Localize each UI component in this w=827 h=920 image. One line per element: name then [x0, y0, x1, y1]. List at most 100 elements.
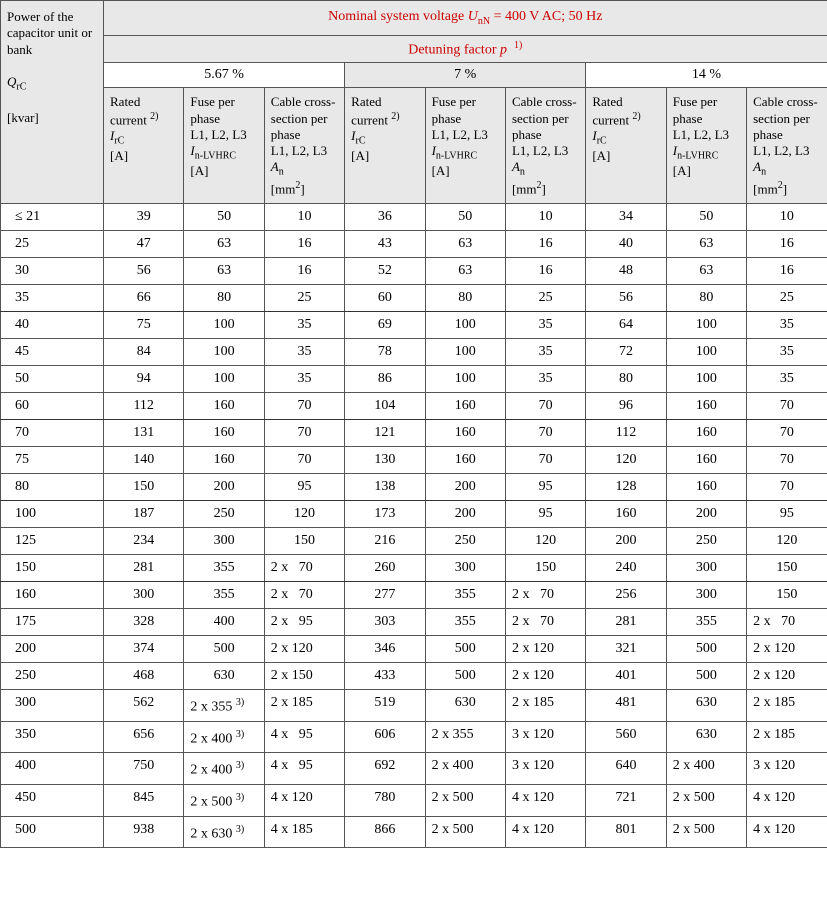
table-cell: 72: [586, 339, 666, 366]
table-cell: 200: [184, 474, 264, 501]
table-cell: 4 x 120: [747, 785, 827, 817]
table-cell: 150: [104, 474, 184, 501]
table-cell: 2 x 120: [505, 636, 585, 663]
table-cell: 86: [345, 366, 425, 393]
table-row: 4007502 x 400 3)4 x 956922 x 4003 x 1206…: [1, 753, 827, 785]
table-row: 40751003569100356410035: [1, 312, 827, 339]
table-cell: 187: [104, 501, 184, 528]
table-cell: 80: [1, 474, 104, 501]
table-cell: 100: [184, 366, 264, 393]
table-cell: ≤ 21: [1, 204, 104, 231]
table-cell: 4 x 95: [264, 721, 344, 753]
table-cell: 500: [184, 636, 264, 663]
table-cell: 50: [666, 204, 746, 231]
table-cell: 47: [104, 231, 184, 258]
table-cell: 120: [747, 528, 827, 555]
table-row: 6011216070104160709616070: [1, 393, 827, 420]
table-cell: 200: [586, 528, 666, 555]
table-cell: 63: [184, 258, 264, 285]
table-cell: 70: [264, 393, 344, 420]
table-cell: 25: [264, 285, 344, 312]
table-cell: 300: [104, 582, 184, 609]
col-cable-2: Cable cross-section per phaseL1, L2, L3 …: [505, 88, 585, 204]
table-cell: 355: [425, 582, 505, 609]
table-cell: 30: [1, 258, 104, 285]
table-cell: 240: [586, 555, 666, 582]
table-cell: 250: [184, 501, 264, 528]
table-cell: 630: [425, 690, 505, 722]
table-cell: 45: [1, 339, 104, 366]
table-cell: 70: [264, 420, 344, 447]
table-cell: 780: [345, 785, 425, 817]
table-cell: 10: [264, 204, 344, 231]
table-row: 1603003552 x 702773552 x 70256300150: [1, 582, 827, 609]
table-cell: 100: [184, 312, 264, 339]
table-cell: 160: [425, 447, 505, 474]
col-cable-1: Cable cross-section per phaseL1, L2, L3 …: [264, 88, 344, 204]
table-cell: 35: [747, 366, 827, 393]
table-row: 30566316526316486316: [1, 258, 827, 285]
table-cell: 25: [1, 231, 104, 258]
table-cell: 160: [425, 393, 505, 420]
table-row: 2003745002 x 1203465002 x 1203215002 x 1…: [1, 636, 827, 663]
table-row: 1753284002 x 953033552 x 702813552 x 70: [1, 609, 827, 636]
table-cell: 150: [747, 582, 827, 609]
table-cell: 25: [505, 285, 585, 312]
table-cell: 80: [184, 285, 264, 312]
table-cell: 95: [747, 501, 827, 528]
table-row: 5009382 x 630 3)4 x 1858662 x 5004 x 120…: [1, 816, 827, 848]
table-cell: 48: [586, 258, 666, 285]
table-cell: 35: [505, 312, 585, 339]
table-cell: 63: [425, 231, 505, 258]
table-cell: 481: [586, 690, 666, 722]
table-body: ≤ 21395010365010345010254763164363164063…: [1, 204, 827, 848]
table-cell: 16: [264, 258, 344, 285]
level-7: 7 %: [345, 63, 586, 88]
table-cell: 2 x 355 3): [184, 690, 264, 722]
table-cell: 3 x 120: [505, 753, 585, 785]
table-cell: 4 x 120: [505, 785, 585, 817]
table-cell: 150: [264, 528, 344, 555]
table-cell: 39: [104, 204, 184, 231]
table-cell: 355: [184, 582, 264, 609]
table-cell: 400: [184, 609, 264, 636]
table-cell: 95: [264, 474, 344, 501]
table-cell: 56: [586, 285, 666, 312]
table-cell: 346: [345, 636, 425, 663]
table-cell: 80: [666, 285, 746, 312]
table-cell: 2 x 70: [505, 582, 585, 609]
table-cell: 138: [345, 474, 425, 501]
table-cell: 640: [586, 753, 666, 785]
table-cell: 281: [586, 609, 666, 636]
table-cell: 300: [1, 690, 104, 722]
table-cell: 3 x 120: [505, 721, 585, 753]
col-rated-1: Rated current 2) IrC [A]: [104, 88, 184, 204]
table-cell: 36: [345, 204, 425, 231]
table-cell: 500: [666, 636, 746, 663]
table-cell: 16: [747, 231, 827, 258]
table-cell: 468: [104, 663, 184, 690]
table-cell: 100: [184, 339, 264, 366]
table-cell: 130: [345, 447, 425, 474]
table-cell: 140: [104, 447, 184, 474]
table-cell: 70: [747, 474, 827, 501]
table-cell: 100: [1, 501, 104, 528]
table-cell: 250: [1, 663, 104, 690]
table-cell: 70: [747, 447, 827, 474]
table-cell: 500: [425, 663, 505, 690]
table-cell: 2 x 120: [747, 636, 827, 663]
table-cell: 256: [586, 582, 666, 609]
table-cell: 3 x 120: [747, 753, 827, 785]
table-cell: 63: [425, 258, 505, 285]
table-cell: 519: [345, 690, 425, 722]
table-cell: 112: [104, 393, 184, 420]
table-cell: 500: [666, 663, 746, 690]
table-cell: 78: [345, 339, 425, 366]
row-header-text: Power of the capacitor unit or bank: [7, 9, 92, 57]
table-cell: 25: [747, 285, 827, 312]
table-cell: 2 x 400 3): [184, 721, 264, 753]
table-cell: 120: [264, 501, 344, 528]
table-cell: 35: [264, 366, 344, 393]
table-cell: 70: [505, 447, 585, 474]
table-cell: 200: [425, 474, 505, 501]
